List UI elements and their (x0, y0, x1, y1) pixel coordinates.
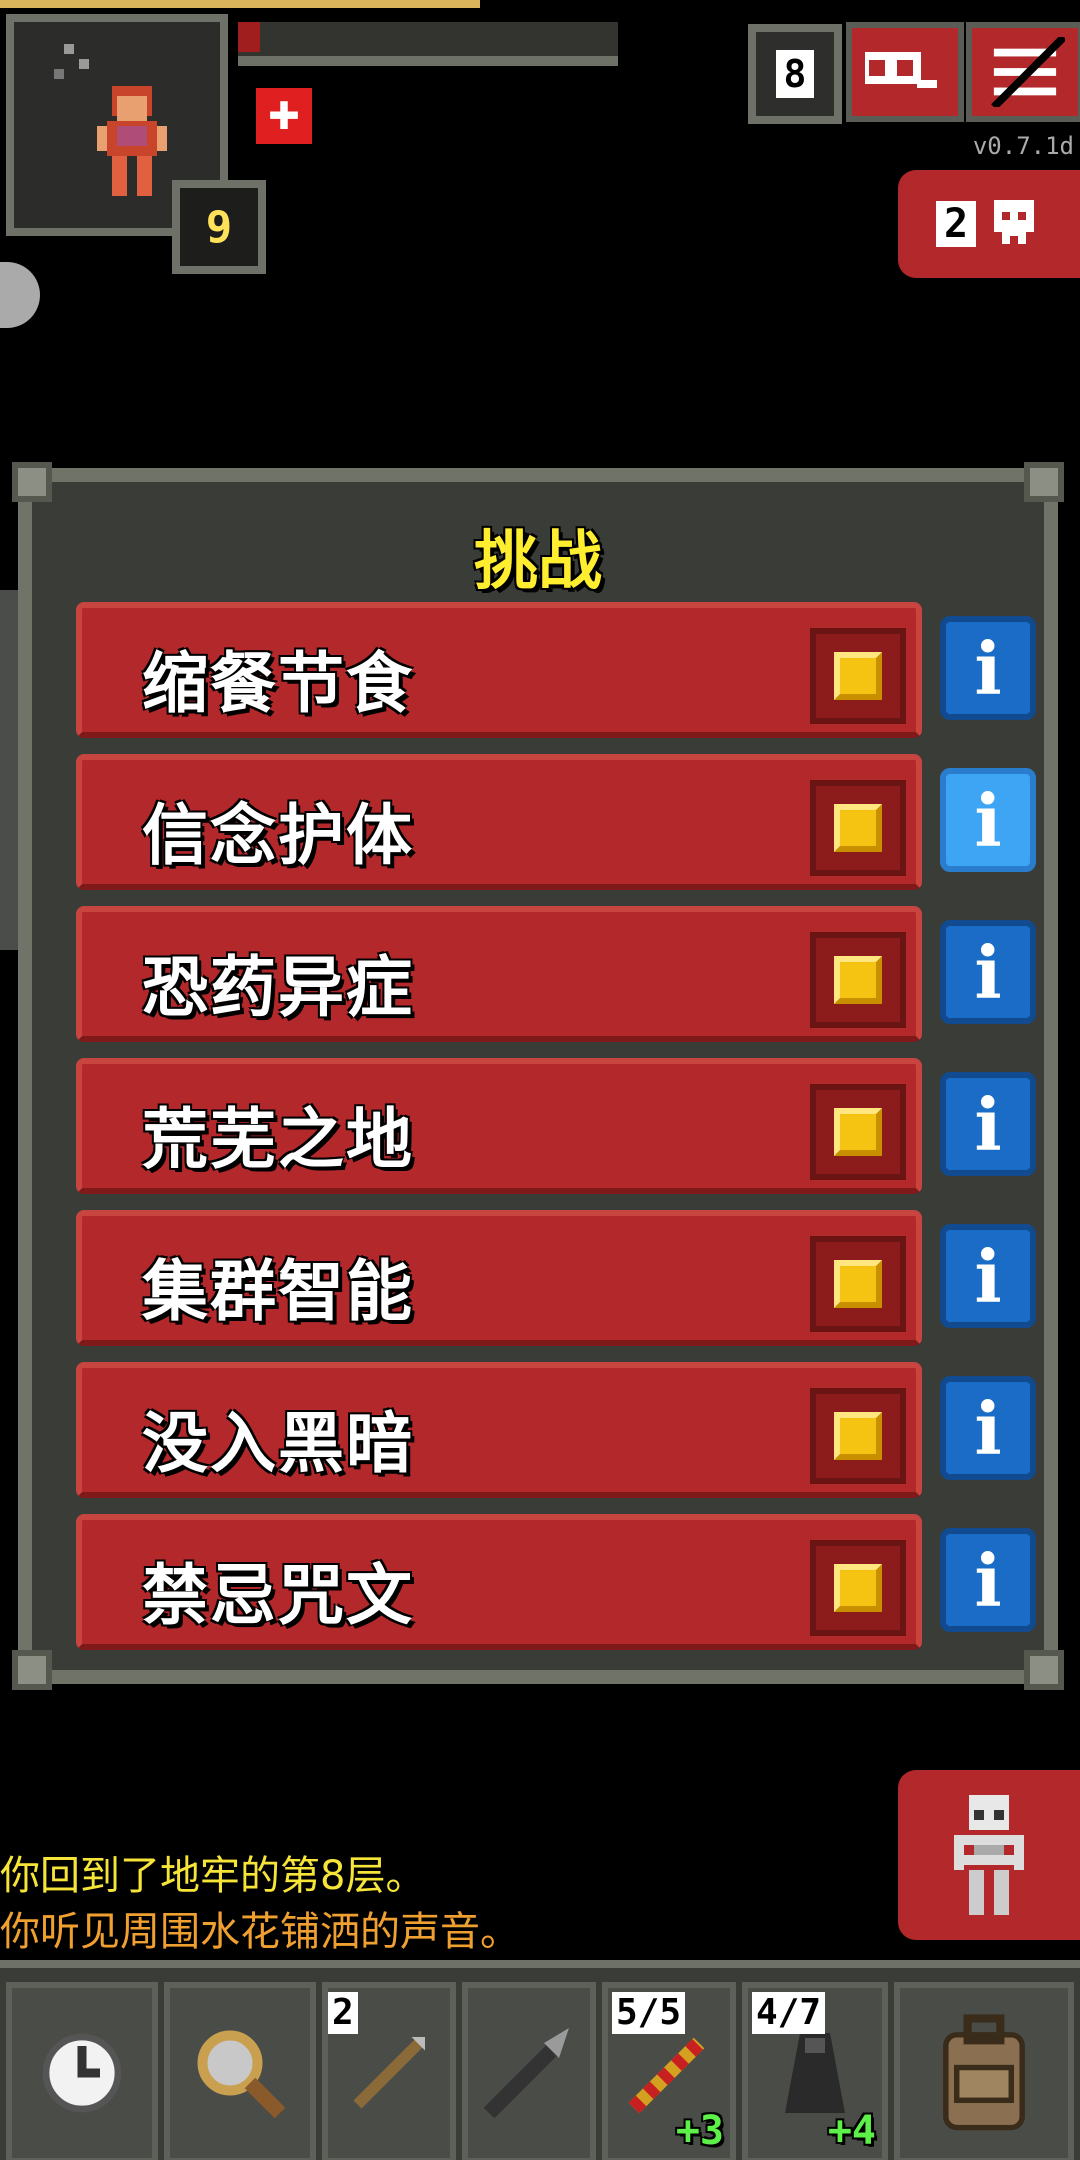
depth-number: 8 (775, 50, 815, 98)
challenge-row-7: 禁忌咒文 i (76, 1514, 1036, 1654)
checked-mark-icon (834, 804, 882, 852)
checked-mark-icon (834, 1108, 882, 1156)
quickslot-charges: 4/7 (752, 1992, 826, 2034)
health-bar (238, 22, 618, 66)
danger-indicator-button[interactable]: 2 (898, 170, 1080, 278)
spear-icon (483, 2028, 569, 2119)
challenge-toggle-button[interactable]: 荒芜之地 (76, 1058, 922, 1194)
quickslot-4[interactable]: 4/7 +4 (742, 1982, 888, 2160)
health-bar-fill (238, 22, 260, 52)
challenge-toggle-button[interactable]: 禁忌咒文 (76, 1514, 922, 1650)
challenge-row-5: 集群智能 i (76, 1210, 1036, 1350)
game-log: 你回到了地牢的第8层。 你听见周围水花铺洒的声音。 (0, 1848, 520, 1960)
buff-cross-icon[interactable]: ✚ (256, 88, 312, 144)
challenge-label: 信念护体 (142, 797, 414, 874)
challenge-label: 缩餐节食 (142, 645, 414, 722)
checked-mark-icon (834, 1564, 882, 1612)
challenge-checkbox[interactable] (810, 628, 906, 724)
quickslot-charges: 5/5 (612, 1992, 686, 2034)
panel-corner (1024, 462, 1064, 502)
challenge-info-button[interactable]: i (940, 1224, 1036, 1328)
challenge-toggle-button[interactable]: 集群智能 (76, 1210, 922, 1346)
challenge-toggle-button[interactable]: 没入黑暗 (76, 1362, 922, 1498)
hero-sprite-icon (97, 86, 167, 196)
challenge-row-6: 没入黑暗 i (76, 1362, 1036, 1502)
challenge-checkbox[interactable] (810, 1084, 906, 1180)
version-label: v0.7.1d (972, 132, 1074, 160)
danger-count: 2 (935, 201, 977, 247)
menu-button[interactable] (966, 22, 1080, 122)
clock-icon (42, 2033, 122, 2113)
challenge-row-3: 恐药异症 i (76, 906, 1036, 1046)
checked-mark-icon (834, 1260, 882, 1308)
attack-target-button[interactable] (898, 1770, 1080, 1940)
challenge-toggle-button[interactable]: 恐药异症 (76, 906, 922, 1042)
hero-level-badge: 9 (172, 180, 266, 274)
backpack-icon (943, 2014, 1025, 2131)
challenge-info-button[interactable]: i (940, 616, 1036, 720)
challenge-info-button[interactable]: i (940, 1072, 1036, 1176)
challenge-info-button[interactable]: i (940, 1376, 1036, 1480)
quickslot-3[interactable]: 5/5 +3 (602, 1982, 736, 2160)
challenge-info-button[interactable]: i (940, 1528, 1036, 1632)
side-indicator-icon (0, 262, 40, 328)
experience-bar (0, 0, 480, 8)
panel-corner (12, 462, 52, 502)
log-line: 你听见周围水花铺洒的声音。 (0, 1909, 520, 1955)
challenge-toggle-button[interactable]: 信念护体 (76, 754, 922, 890)
checked-mark-icon (834, 956, 882, 1004)
challenge-checkbox[interactable] (810, 1236, 906, 1332)
challenge-row-2: 信念护体 i (76, 754, 1036, 894)
quickslot-upgrade-level: +4 (827, 2108, 876, 2154)
depth-indicator: 8 (748, 24, 842, 124)
backpack-button[interactable] (894, 1982, 1074, 2160)
quickslot-1[interactable]: 2 (322, 1982, 456, 2160)
log-line: 你回到了地牢的第8层。 (0, 1853, 426, 1899)
search-journal-icon (865, 52, 937, 88)
challenge-checkbox[interactable] (810, 1388, 906, 1484)
quickslot-count: 2 (328, 1992, 358, 2034)
skull-icon (994, 200, 1035, 244)
challenge-label: 没入黑暗 (142, 1405, 414, 1482)
challenge-label: 禁忌咒文 (142, 1557, 414, 1634)
search-button[interactable] (164, 1982, 316, 2160)
dart-icon (353, 2037, 425, 2109)
quickslot-upgrade-level: +3 (675, 2108, 724, 2154)
menu-lines-icon (991, 37, 1065, 107)
challenges-title: 挑战 (474, 525, 602, 599)
challenge-checkbox[interactable] (810, 780, 906, 876)
magnifier-icon (197, 2030, 286, 2119)
challenge-checkbox[interactable] (810, 932, 906, 1028)
challenge-info-button[interactable]: i (940, 768, 1036, 872)
sparkle-icon (54, 44, 89, 79)
bottom-toolbar: 2 5/5 +3 4/7 +4 (0, 1960, 1080, 2160)
game-screen: 9 ✚ 8 v0.7.1d 2 挑战 缩餐节食 i 信念护体 i 恐药异症 i … (0, 0, 1080, 2160)
panel-corner (12, 1650, 52, 1690)
challenge-checkbox[interactable] (810, 1540, 906, 1636)
journal-button[interactable] (846, 22, 964, 122)
quickslot-2[interactable] (462, 1982, 596, 2160)
wait-button[interactable] (6, 1982, 158, 2160)
challenge-row-1: 缩餐节食 i (76, 602, 1036, 742)
challenge-label: 荒芜之地 (142, 1101, 414, 1178)
challenge-info-button[interactable]: i (940, 920, 1036, 1024)
checked-mark-icon (834, 1412, 882, 1460)
challenge-row-4: 荒芜之地 i (76, 1058, 1036, 1198)
challenge-label: 集群智能 (142, 1253, 414, 1330)
challenge-toggle-button[interactable]: 缩餐节食 (76, 602, 922, 738)
challenge-label: 恐药异症 (142, 949, 414, 1026)
skeleton-enemy-icon (954, 1795, 1024, 1915)
challenges-window: 挑战 缩餐节食 i 信念护体 i 恐药异症 i 荒芜之地 i 集群智能 i 没入… (12, 462, 1064, 1690)
panel-corner (1024, 1650, 1064, 1690)
checked-mark-icon (834, 652, 882, 700)
